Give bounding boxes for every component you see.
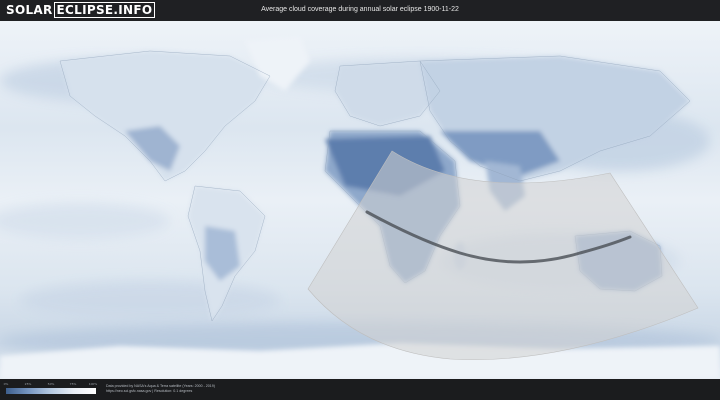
antarctica xyxy=(0,343,720,379)
coverage-scale-labels: 0% 25% 50% 75% 100% xyxy=(3,382,98,387)
page-title: Average cloud coverage during annual sol… xyxy=(261,6,459,13)
header-bar: SOLAR ECLIPSE.INFO Average cloud coverage… xyxy=(0,0,720,21)
world-map-svg xyxy=(0,21,720,379)
cloud-coverage-scale-bar xyxy=(6,388,96,394)
scale-tick-50: 50% xyxy=(47,382,55,386)
data-credit: Data provided by NASA's Aqua & Terra sat… xyxy=(106,384,215,394)
scale-tick-100: 100% xyxy=(88,382,98,386)
scale-tick-25: 25% xyxy=(24,382,32,386)
scale-tick-75: 75% xyxy=(69,382,77,386)
credit-line-2[interactable]: https://neo.sci.gsfc.nasa.gov | Resoluti… xyxy=(106,389,215,394)
cloud-coverage-map xyxy=(0,21,720,379)
scale-tick-0: 0% xyxy=(3,382,9,386)
